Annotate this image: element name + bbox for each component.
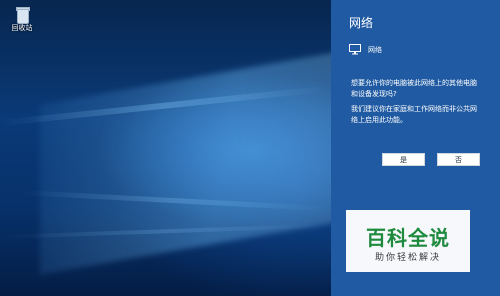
- network-name: 网络: [368, 45, 382, 54]
- recycle-bin-label: 回收站: [11, 24, 33, 32]
- no-button[interactable]: 否: [437, 153, 480, 166]
- panel-title: 网络: [349, 16, 374, 30]
- recycle-bin-shortcut[interactable]: 回收站: [8, 5, 36, 33]
- recycle-bin-icon: [14, 5, 30, 24]
- watermark: 百科全说 助你轻松解决: [346, 210, 470, 272]
- discovery-question: 想要允许你的电脑被此网络上的其他电脑和设备发现吗?: [351, 79, 477, 98]
- network-monitor-icon: [349, 44, 361, 55]
- network-entry: 网络: [349, 44, 382, 55]
- watermark-brand: 百科全说: [366, 226, 450, 250]
- window-logo-light: [40, 51, 340, 275]
- watermark-tagline: 助你轻松解决: [374, 253, 441, 263]
- discovery-recommendation: 我们建议你在家庭和工作网络而非公共网络上启用此功能。: [351, 105, 477, 124]
- yes-button[interactable]: 是: [382, 153, 425, 166]
